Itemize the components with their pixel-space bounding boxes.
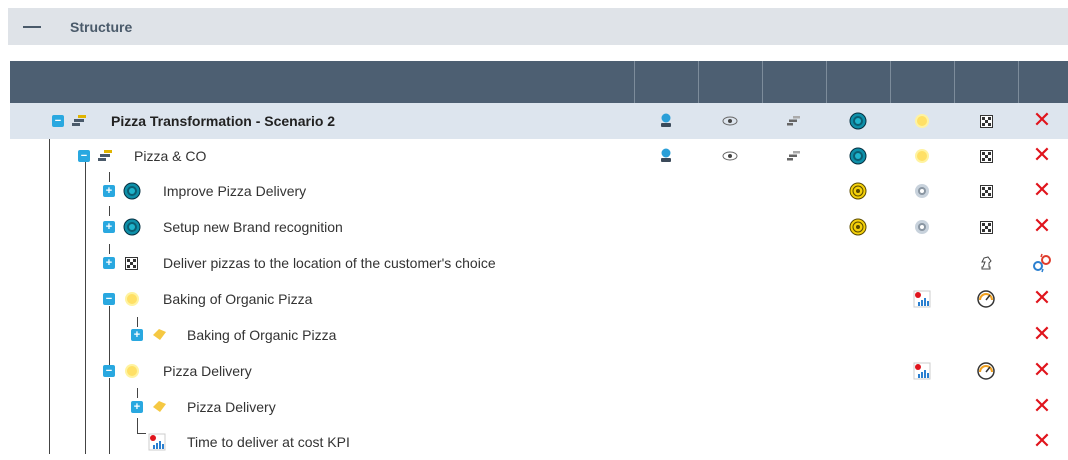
value-stream-icon: [123, 281, 141, 317]
row-label[interactable]: Deliver pizzas to the location of the cu…: [163, 245, 496, 281]
kpi-chart-icon: [147, 424, 167, 460]
gray-target-icon[interactable]: [902, 173, 942, 209]
section-title: Structure: [70, 18, 133, 35]
collapse-toggle[interactable]: −: [52, 115, 64, 127]
diamond-icon: [150, 317, 168, 353]
row-label[interactable]: Baking of Organic Pizza: [163, 281, 312, 317]
gold-target-icon[interactable]: [838, 173, 878, 209]
hand-globe-icon[interactable]: [646, 138, 686, 174]
checkered-icon[interactable]: [966, 173, 1006, 209]
delete-button[interactable]: ✕: [1022, 317, 1062, 353]
table-row[interactable]: − Pizza & CO ✕: [10, 138, 1068, 174]
delete-button[interactable]: ✕: [1022, 353, 1062, 389]
target-icon[interactable]: [838, 138, 878, 174]
value-stream-icon[interactable]: [902, 103, 942, 139]
value-stream-icon[interactable]: [902, 138, 942, 174]
table-row[interactable]: + Deliver pizzas to the location of the …: [10, 245, 1068, 281]
table-row[interactable]: + Setup new Brand recognition ✕: [10, 209, 1068, 245]
table-row[interactable]: + Pizza Delivery ✕: [10, 389, 1068, 425]
expand-toggle[interactable]: +: [103, 185, 115, 197]
row-label[interactable]: Setup new Brand recognition: [163, 209, 343, 245]
expand-toggle[interactable]: +: [103, 257, 115, 269]
eye-icon[interactable]: [710, 103, 750, 139]
row-label[interactable]: Improve Pizza Delivery: [163, 173, 306, 209]
row-label[interactable]: Pizza & CO: [134, 138, 206, 174]
collapse-toggle[interactable]: −: [103, 293, 115, 305]
checkered-icon[interactable]: [966, 138, 1006, 174]
delete-button[interactable]: ✕: [1022, 209, 1062, 245]
table-header: [10, 61, 1068, 103]
kpi-chart-icon[interactable]: [902, 281, 942, 317]
table-row[interactable]: + Baking of Organic Pizza ✕: [10, 317, 1068, 353]
diamond-icon: [150, 389, 168, 425]
table-row[interactable]: − Pizza Transformation - Scenario 2 ✕: [10, 103, 1068, 139]
stairs-icon: [72, 103, 88, 139]
target-icon: [123, 209, 141, 245]
row-label[interactable]: Pizza Transformation - Scenario 2: [111, 103, 335, 139]
target-icon: [123, 173, 141, 209]
target-icon[interactable]: [838, 103, 878, 139]
gauge-icon[interactable]: [966, 353, 1006, 389]
checkered-icon[interactable]: [966, 103, 1006, 139]
row-label[interactable]: Pizza Delivery: [187, 389, 276, 425]
stairs-icon: [98, 138, 114, 174]
structure-section-bar[interactable]: Structure: [8, 8, 1068, 45]
collapse-toggle[interactable]: −: [78, 150, 90, 162]
expand-toggle[interactable]: +: [131, 329, 143, 341]
row-label[interactable]: Time to deliver at cost KPI: [187, 424, 350, 460]
stairs-icon[interactable]: [774, 103, 814, 139]
stairs-icon[interactable]: [774, 138, 814, 174]
table-row[interactable]: − Pizza Delivery ✕: [10, 353, 1068, 389]
eye-icon[interactable]: [710, 138, 750, 174]
delete-button[interactable]: ✕: [1022, 281, 1062, 317]
collapse-toggle[interactable]: −: [103, 365, 115, 377]
delete-button[interactable]: ✕: [1022, 424, 1062, 460]
delete-button[interactable]: ✕: [1022, 389, 1062, 425]
delete-button[interactable]: ✕: [1022, 173, 1062, 209]
gold-target-icon[interactable]: [838, 209, 878, 245]
checkered-icon: [124, 245, 138, 281]
table-row[interactable]: + Improve Pizza Delivery ✕: [10, 173, 1068, 209]
chess-knight-icon[interactable]: [966, 245, 1006, 281]
value-stream-icon: [123, 353, 141, 389]
expand-toggle[interactable]: +: [103, 221, 115, 233]
expand-toggle[interactable]: +: [131, 401, 143, 413]
gauge-icon[interactable]: [966, 281, 1006, 317]
table-row[interactable]: Time to deliver at cost KPI ✕: [10, 424, 1068, 460]
checkered-icon[interactable]: [966, 209, 1006, 245]
unlink-icon[interactable]: [1022, 245, 1062, 281]
delete-button[interactable]: ✕: [1022, 138, 1062, 174]
gray-target-icon[interactable]: [902, 209, 942, 245]
table-row[interactable]: − Baking of Organic Pizza ✕: [10, 281, 1068, 317]
section-collapse-button[interactable]: [23, 25, 41, 28]
hand-globe-icon[interactable]: [646, 103, 686, 139]
row-label[interactable]: Baking of Organic Pizza: [187, 317, 336, 353]
delete-button[interactable]: ✕: [1022, 103, 1062, 139]
kpi-chart-icon[interactable]: [902, 353, 942, 389]
row-label[interactable]: Pizza Delivery: [163, 353, 252, 389]
